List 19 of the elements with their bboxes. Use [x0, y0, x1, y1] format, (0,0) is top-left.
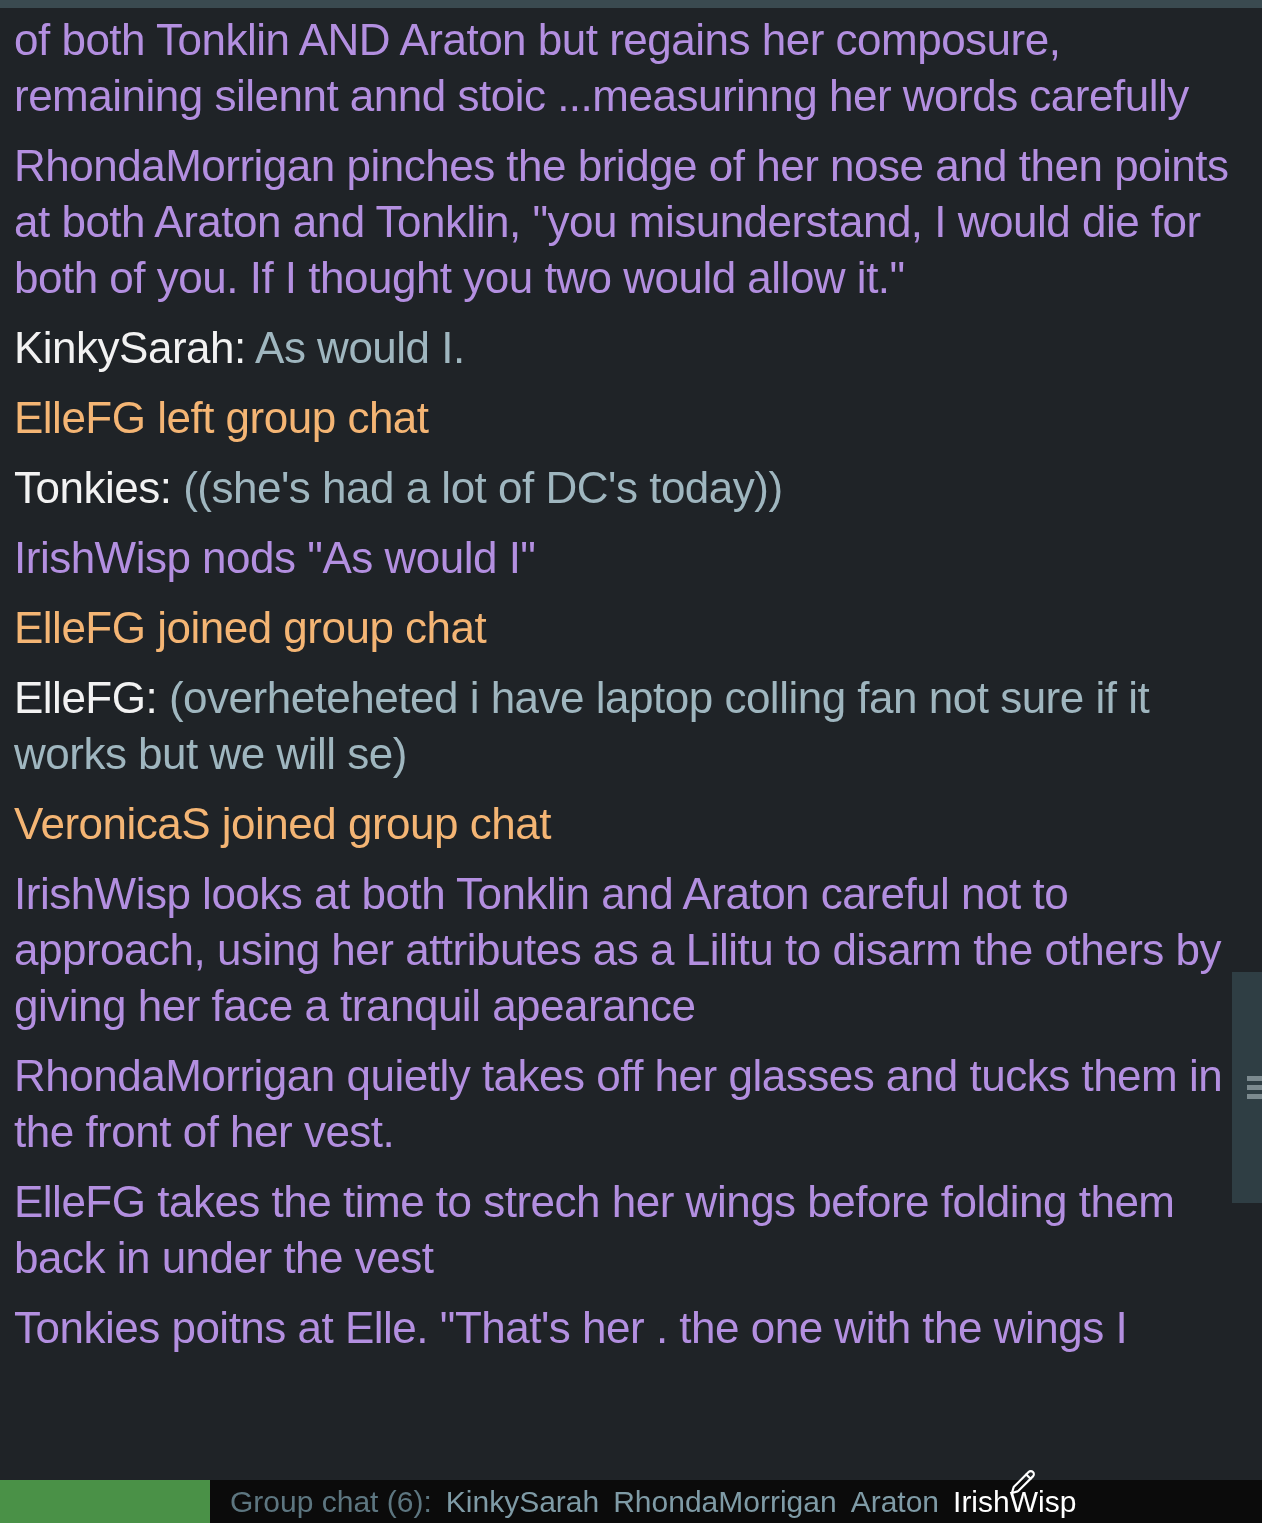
chat-message: KinkySarah: As would I. — [14, 322, 466, 374]
participant-name[interactable]: RhondaMorrigan — [613, 1484, 837, 1518]
system-message: VeronicaS joined group chat — [14, 798, 553, 850]
participant-name[interactable]: Araton — [850, 1484, 940, 1518]
scrollbar[interactable] — [1232, 972, 1262, 1203]
action-message: ElleFG takes the time to strech her wings before folding them back in under the vest — [14, 1176, 1176, 1284]
system-message: ElleFG left group chat — [14, 392, 430, 444]
action-message: IrishWisp looks at both Tonklin and Araton careful not to approach, using her attributes as a Lilitu to disarm the others by giving her face a tranquil apearance — [14, 868, 1223, 1032]
action-message: Tonkies poitns at Elle. "That's her . the one with the wings I — [14, 1302, 1129, 1354]
chat-message: Tonkies: ((she's had a lot of DC's today)) — [14, 462, 784, 514]
system-message: ElleFG joined group chat — [14, 602, 488, 654]
group-chat-label: Group chat (6): — [230, 1484, 432, 1519]
action-message: RhondaMorrigan pinches the bridge of her nose and then points at both Araton and Tonklin, "you misunderstand, I would die for both of you. If I thought you two would allow it." — [14, 140, 1230, 304]
chat-message: ElleFG: (overheteheted i have laptop colling fan not sure if it works but we will se) — [14, 672, 1151, 780]
participant-name[interactable]: IrishWisp — [953, 1484, 1077, 1518]
participant-name[interactable]: KinkySarah — [445, 1484, 600, 1518]
action-message: IrishWisp nods "As would I" — [14, 532, 537, 584]
action-message: of both Tonklin AND Araton but regains her composure, remaining silennt annd stoic ...measurinng her words carefully — [14, 14, 1190, 122]
action-message: RhondaMorrigan quietly takes off her glasses and tucks them in the front of her vest. — [14, 1050, 1224, 1158]
